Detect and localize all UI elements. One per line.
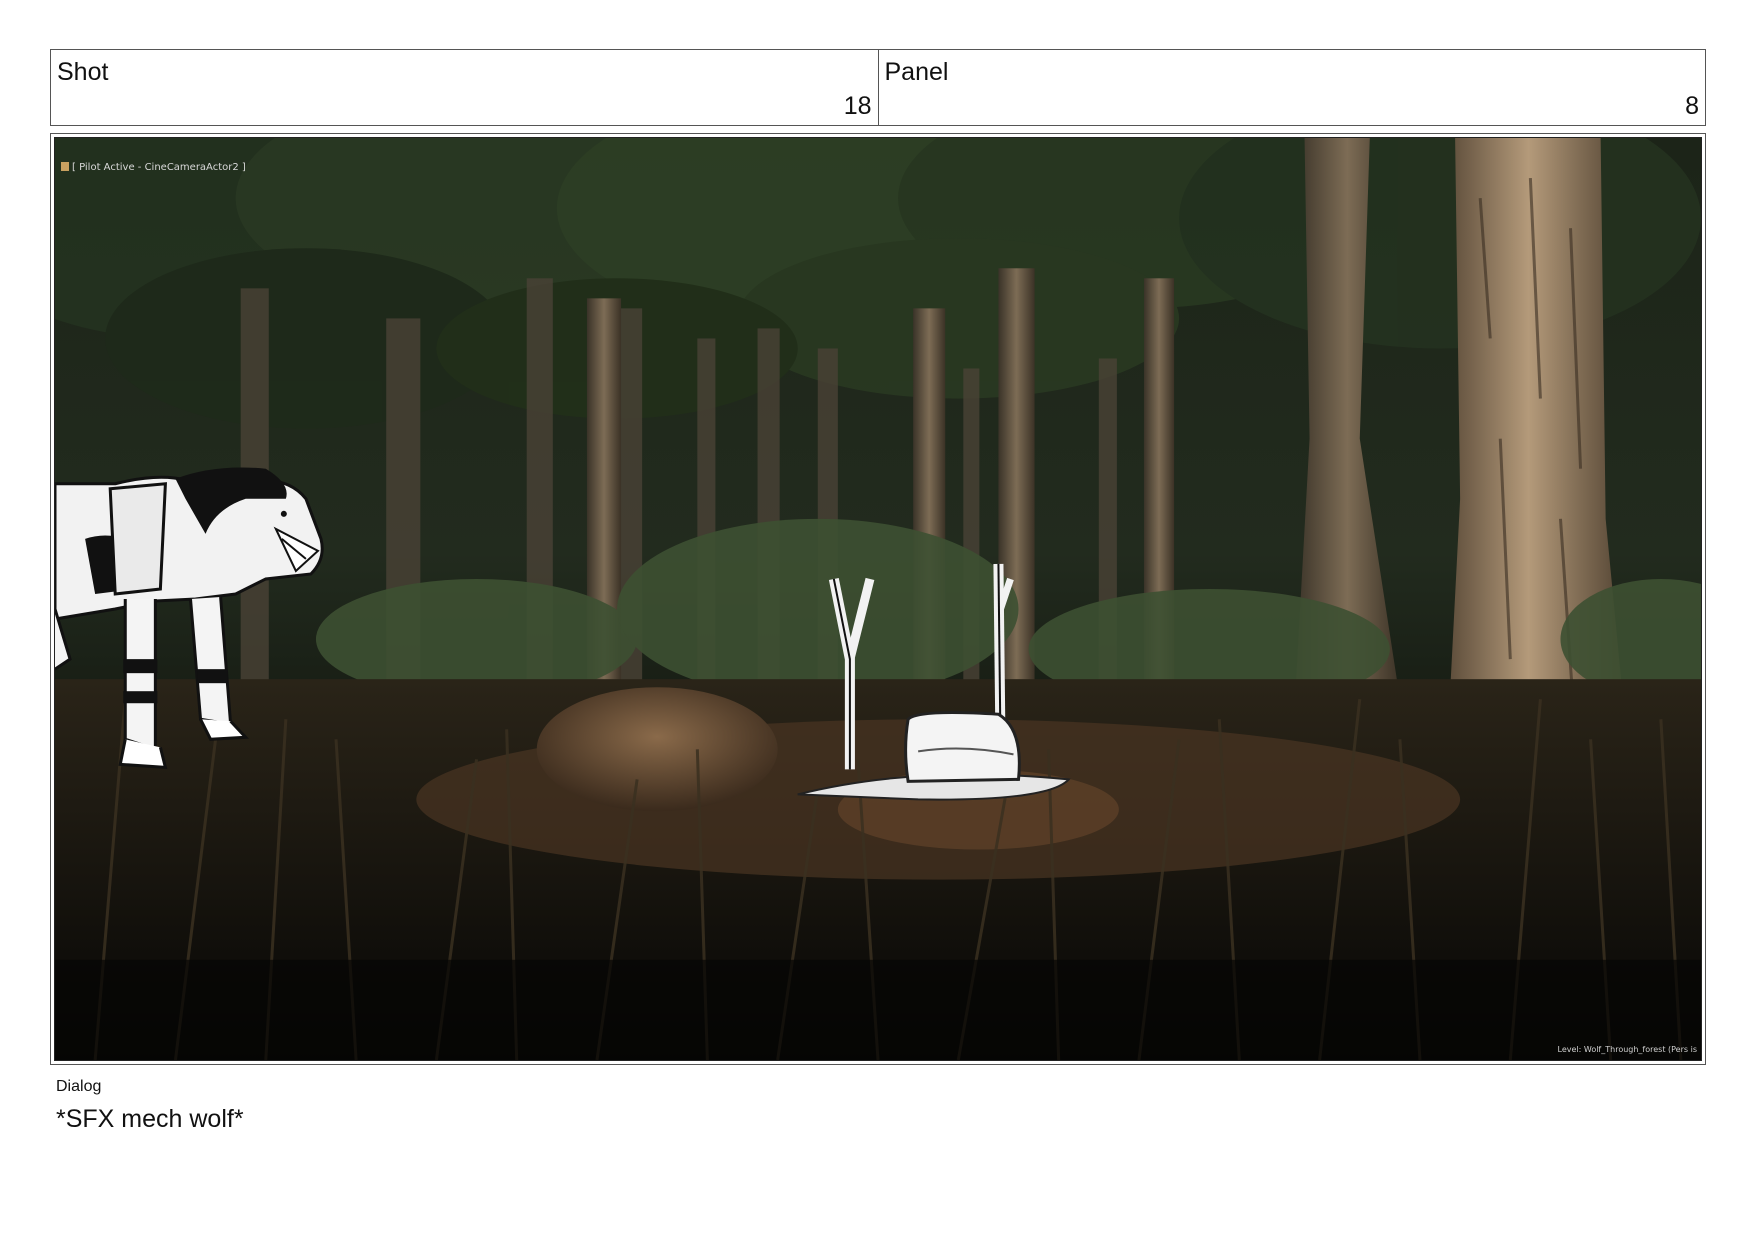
boulder — [536, 687, 778, 812]
forest-scene-illustration — [55, 138, 1701, 1060]
panel-number: 8 — [1685, 92, 1699, 120]
shot-cell: Shot 18 — [51, 50, 878, 125]
dialog-label: Dialog — [56, 1078, 102, 1095]
pilot-active-text: [ Pilot Active - CineCameraActor2 ] — [72, 162, 246, 173]
panel-cell: Panel 8 — [877, 50, 1706, 125]
shot-label: Shot — [57, 58, 109, 86]
forest-scene-image: [ Pilot Active - CineCameraActor2 ] Leve… — [54, 137, 1702, 1061]
dialog-text: *SFX mech wolf* — [56, 1105, 244, 1133]
camera-icon — [61, 162, 69, 171]
level-name-text: Level: Wolf_Through_forest (Pers is — [1557, 1045, 1697, 1054]
shot-number: 18 — [843, 92, 872, 120]
storyboard-frame: [ Pilot Active - CineCameraActor2 ] Leve… — [50, 133, 1706, 1065]
panel-label: Panel — [884, 58, 949, 86]
editor-hud-top: [ Pilot Active - CineCameraActor2 ] — [61, 162, 246, 173]
shot-panel-header: Shot 18 Panel 8 — [50, 49, 1706, 126]
